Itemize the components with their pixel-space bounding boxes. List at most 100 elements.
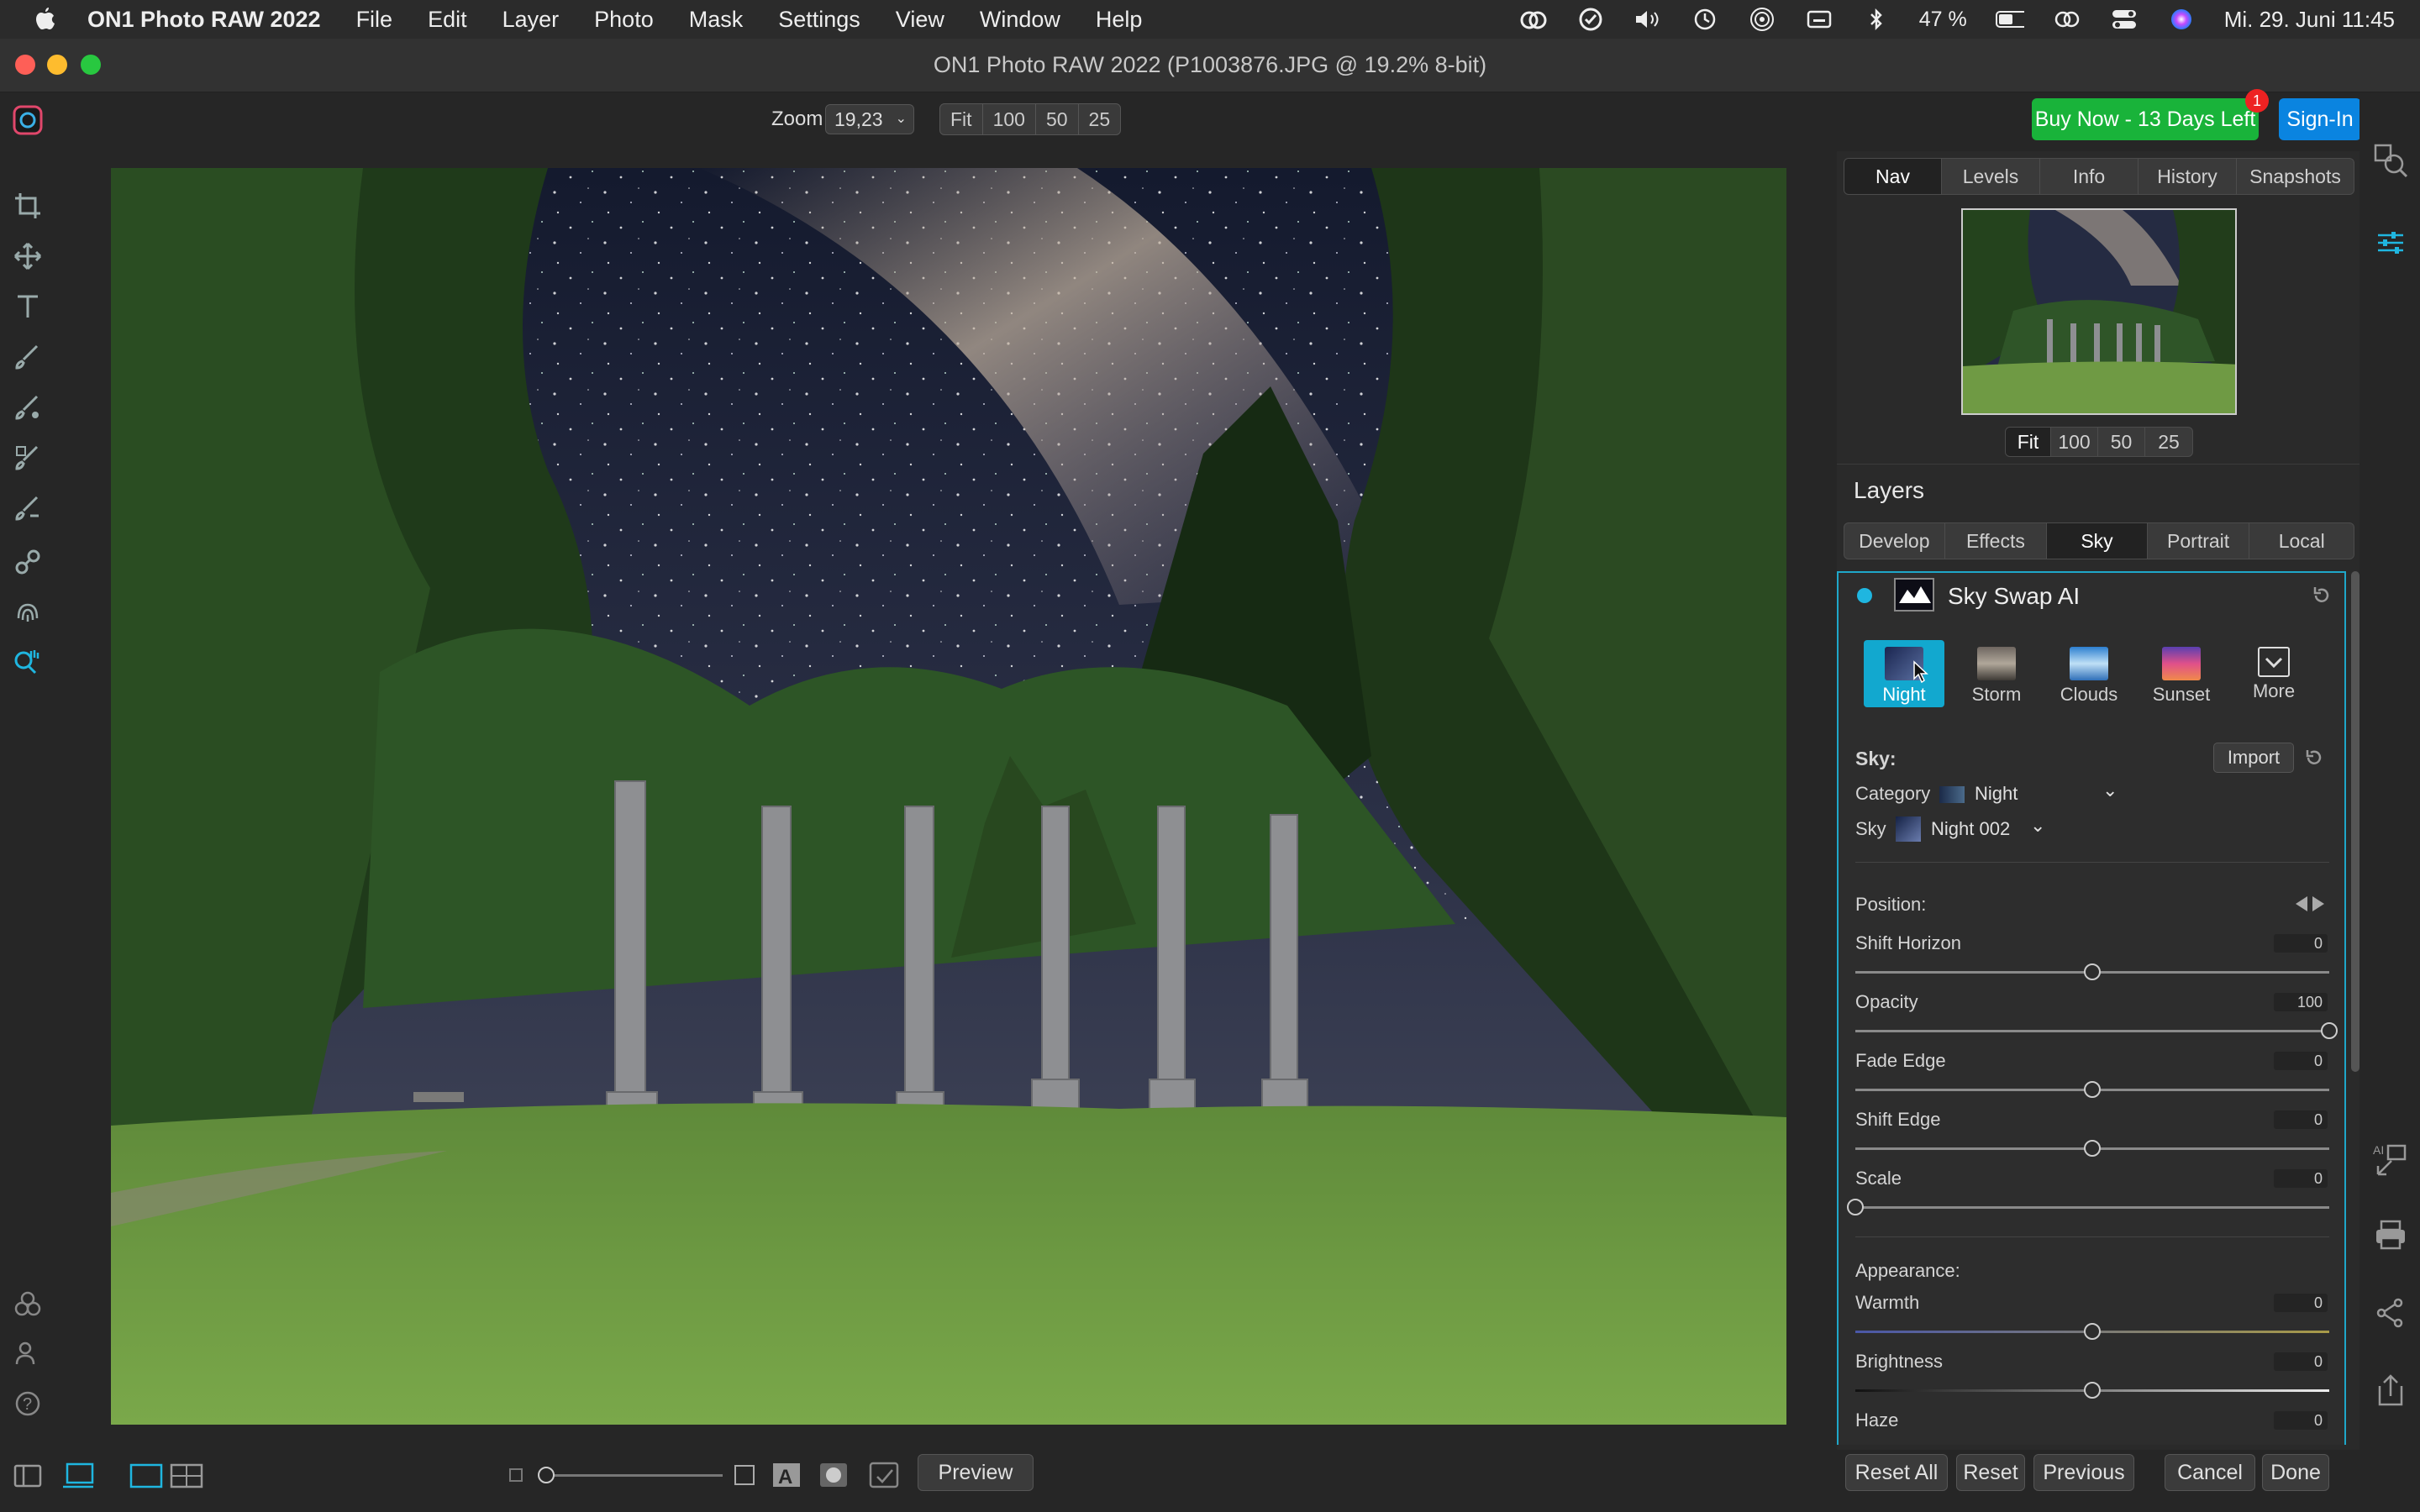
text-tool-icon[interactable] (12, 291, 44, 323)
slider-knob[interactable] (2084, 963, 2101, 980)
import-button[interactable]: Import (2213, 743, 2294, 773)
nav-zoom-100-button[interactable]: 100 (2051, 428, 2098, 456)
tab-local[interactable]: Local (2249, 523, 2354, 559)
zoom-50-button[interactable]: 50 (1036, 104, 1079, 134)
photo-canvas[interactable] (111, 168, 1786, 1425)
zoom-hand-tool-icon[interactable] (12, 647, 44, 679)
panel-scrollbar[interactable] (2351, 571, 2360, 1072)
zoom-fit-button[interactable]: Fit (940, 104, 983, 134)
mask-overlay-icon[interactable] (818, 1462, 849, 1488)
tab-sky[interactable]: Sky (2047, 523, 2148, 559)
slider-track[interactable] (1855, 1206, 2329, 1209)
zoom-select[interactable]: 19,23 ⌄ (825, 104, 914, 134)
keyboard-icon[interactable] (1805, 8, 1833, 31)
tab-portrait[interactable]: Portrait (2148, 523, 2250, 559)
compare-view-icon[interactable] (170, 1463, 203, 1488)
slider-value[interactable]: 0 (2274, 1294, 2328, 1312)
brush-tool-icon[interactable] (12, 341, 44, 373)
slider-knob[interactable] (2321, 1022, 2338, 1039)
menu-layer[interactable]: Layer (502, 7, 560, 33)
screen-mirror-icon[interactable] (2053, 8, 2081, 31)
slider-knob[interactable] (2084, 1081, 2101, 1098)
refine-brush-icon[interactable] (12, 492, 44, 524)
control-center-icon[interactable] (2110, 8, 2139, 31)
tab-develop[interactable]: Develop (1844, 523, 1945, 559)
sign-in-button[interactable]: Sign-In (2279, 98, 2361, 140)
siri-icon[interactable] (2167, 8, 2196, 31)
panel-reset-icon[interactable] (2311, 585, 2334, 608)
menu-window[interactable]: Window (980, 7, 1060, 33)
fingerprint-tool-icon[interactable] (12, 596, 44, 628)
volume-icon[interactable] (1634, 8, 1662, 31)
slider-value[interactable]: 0 (2274, 1052, 2328, 1070)
slider-value[interactable]: 0 (2274, 1169, 2328, 1188)
cancel-button[interactable]: Cancel (2165, 1454, 2255, 1491)
menu-mask[interactable]: Mask (689, 7, 744, 33)
nav-zoom-50-button[interactable]: 50 (2098, 428, 2145, 456)
panel-visibility-dot[interactable] (1857, 588, 1872, 603)
preset-storm-button[interactable]: Storm (1956, 640, 2037, 707)
preset-sunset-button[interactable]: Sunset (2141, 640, 2222, 707)
creative-cloud-icon[interactable] (1519, 8, 1548, 31)
preset-night-button[interactable]: Night (1864, 640, 1944, 707)
previous-button[interactable]: Previous (2033, 1454, 2134, 1491)
browse-icon[interactable] (2373, 143, 2408, 178)
thumb-size-slider[interactable] (546, 1474, 723, 1477)
help-icon[interactable]: ? (12, 1388, 44, 1420)
toggle-left-panel-icon[interactable] (13, 1463, 42, 1488)
retouch-brush-icon[interactable] (12, 391, 44, 423)
category-select[interactable]: Night ⌄ (1975, 780, 2126, 806)
menu-file[interactable]: File (356, 7, 393, 33)
clone-stamp-icon[interactable] (12, 546, 44, 578)
preset-more-button[interactable]: More (2233, 640, 2314, 707)
thumb-size-knob[interactable] (538, 1467, 555, 1483)
tab-info[interactable]: Info (2040, 159, 2139, 194)
nav-zoom-25-button[interactable]: 25 (2145, 428, 2192, 456)
filmstrip-icon[interactable] (60, 1462, 96, 1490)
battery-icon[interactable] (1995, 8, 2024, 31)
extras-icon[interactable] (12, 1287, 44, 1319)
done-button[interactable]: Done (2262, 1454, 2329, 1491)
print-icon[interactable] (2373, 1218, 2408, 1253)
reset-button[interactable]: Reset (1956, 1454, 2025, 1491)
menu-edit[interactable]: Edit (428, 7, 467, 33)
menu-photo[interactable]: Photo (594, 7, 654, 33)
preview-button[interactable]: Preview (918, 1454, 1034, 1491)
menu-help[interactable]: Help (1096, 7, 1143, 33)
check-circle-icon[interactable] (1576, 8, 1605, 31)
masking-brush-icon[interactable] (12, 442, 44, 474)
export-icon[interactable] (2373, 1373, 2408, 1408)
slider-value[interactable]: 0 (2274, 1352, 2328, 1371)
sky-select[interactable]: Night 002 ⌄ (1931, 815, 2057, 842)
preset-clouds-button[interactable]: Clouds (2049, 640, 2129, 707)
bluetooth-icon[interactable] (1862, 8, 1891, 31)
menu-app-name[interactable]: ON1 Photo RAW 2022 (87, 7, 321, 33)
user-icon[interactable] (12, 1337, 44, 1369)
share-icon[interactable] (2373, 1295, 2408, 1331)
slider-knob[interactable] (2084, 1382, 2101, 1399)
ai-quick-mask-icon[interactable] (869, 1462, 899, 1488)
tab-levels[interactable]: Levels (1942, 159, 2040, 194)
move-tool-icon[interactable] (12, 240, 44, 272)
slider-knob[interactable] (2084, 1323, 2101, 1340)
edit-sliders-icon[interactable] (2375, 227, 2407, 259)
nav-zoom-fit-button[interactable]: Fit (2006, 428, 2051, 456)
ai-resize-icon[interactable]: AI (2373, 1142, 2408, 1178)
tab-effects[interactable]: Effects (1945, 523, 2048, 559)
zoom-25-button[interactable]: 25 (1079, 104, 1121, 134)
slider-value[interactable]: 100 (2274, 993, 2328, 1011)
slider-track[interactable] (1855, 1030, 2329, 1032)
menu-view[interactable]: View (896, 7, 944, 33)
tab-nav[interactable]: Nav (1844, 159, 1942, 194)
reset-all-button[interactable]: Reset All (1845, 1454, 1948, 1491)
slider-knob[interactable] (2084, 1140, 2101, 1157)
crop-tool-icon[interactable] (12, 190, 44, 222)
slider-value[interactable]: 0 (2274, 934, 2328, 953)
sky-reset-icon[interactable] (2304, 748, 2324, 768)
tab-history[interactable]: History (2139, 159, 2237, 194)
slider-knob[interactable] (1847, 1199, 1864, 1215)
slider-value[interactable]: 0 (2274, 1411, 2328, 1430)
position-arrows-icon[interactable] (2294, 894, 2326, 914)
time-machine-icon[interactable] (1691, 8, 1719, 31)
zoom-100-button[interactable]: 100 (983, 104, 1036, 134)
